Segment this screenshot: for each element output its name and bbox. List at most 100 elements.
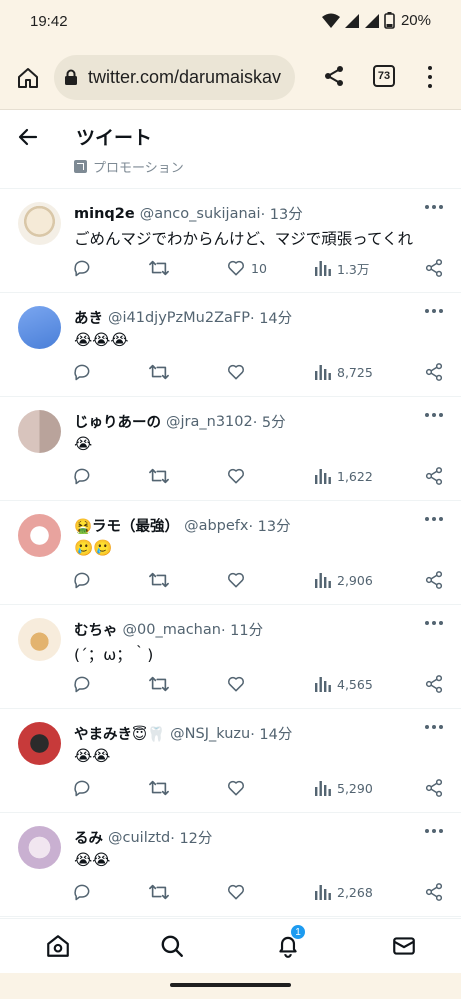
tweet-reply[interactable]: あき @i41djyPzMu2ZaFP · 14分 😭😭😭 8,725 [0,293,461,397]
user-handle[interactable]: @NSJ_kuzu [170,726,250,742]
like-button[interactable] [226,777,251,799]
reply-icon [74,572,90,589]
views-button[interactable]: 2,906 [314,569,373,591]
display-name[interactable]: じゅりあーの [74,411,161,432]
user-handle[interactable]: @00_machan [123,622,221,638]
share-button[interactable] [424,465,444,487]
reply-button[interactable] [72,777,92,799]
avatar[interactable] [18,826,61,869]
retweet-button[interactable] [148,569,170,591]
url-bar[interactable]: twitter.com/darumaiskav [54,55,295,100]
user-handle[interactable]: @abpefx [184,518,248,534]
retweet-button[interactable] [148,881,170,903]
nav-home[interactable] [44,932,72,960]
retweet-button[interactable] [148,361,170,383]
share-button[interactable] [424,257,444,279]
user-handle[interactable]: @anco_sukijanai [140,206,261,222]
gesture-handle[interactable] [170,983,291,987]
more-options-button[interactable] [425,517,443,523]
tweet-time[interactable]: · 13分 [261,203,303,224]
retweet-button[interactable] [148,257,170,279]
reply-icon [74,780,90,797]
share-button[interactable] [424,673,444,695]
url-text[interactable]: twitter.com/darumaiskav [88,67,281,88]
tweet-text: 😭😭 [74,851,111,869]
retweet-button[interactable] [148,673,170,695]
share-button[interactable] [424,777,444,799]
display-name[interactable]: 🤮ラモ（最強） [74,515,179,536]
nav-search[interactable] [158,932,186,960]
tweet-reply[interactable]: やまみき😇🦷 @NSJ_kuzu · 14分 😭😭 5,290 [0,709,461,813]
tweet-reply[interactable]: minq2e @anco_sukijanai · 13分 ごめんマジでわからんけ… [0,189,461,293]
user-handle[interactable]: @cuilztd [108,830,170,846]
views-button[interactable]: 1.3万 [314,257,369,279]
share-button[interactable] [424,361,444,383]
tweet-time[interactable]: · 14分 [250,723,292,744]
avatar[interactable] [18,306,61,349]
tweet-time[interactable]: · 12分 [170,827,212,848]
tweet-reply[interactable]: じゅりあーの @jra_n3102 · 5分 😭 1,622 [0,397,461,501]
reply-button[interactable] [72,361,92,383]
retweet-button[interactable] [148,465,170,487]
views-button[interactable]: 8,725 [314,361,373,383]
browser-home-button[interactable] [14,64,42,92]
tweet-reply[interactable]: むちゃ @00_machan · 11分 (´；ω；｀) 4,565 [0,605,461,709]
display-name[interactable]: やまみき😇🦷 [74,723,165,744]
user-handle[interactable]: @jra_n3102 [166,414,253,430]
tweet-reply[interactable]: るみ @cuilztd · 12分 😭😭 2,268 [0,813,461,917]
more-options-button[interactable] [425,205,443,211]
tweet-time[interactable]: · 14分 [250,307,292,328]
like-button[interactable]: 10 [226,257,267,279]
tweet-time[interactable]: · 11分 [221,619,263,640]
view-count: 4,565 [337,676,373,692]
avatar[interactable] [18,618,61,661]
more-options-button[interactable] [425,829,443,835]
user-handle[interactable]: @i41djyPzMu2ZaFP [108,310,250,326]
reply-button[interactable] [72,465,92,487]
more-options-button[interactable] [425,621,443,627]
retweet-icon [149,884,169,900]
views-icon [315,885,331,900]
avatar[interactable] [18,722,61,765]
tweet-reply[interactable]: 🤮ラモ（最強） @abpefx · 13分 🥲🥲 2,906 [0,501,461,605]
avatar[interactable] [18,514,61,557]
more-options-button[interactable] [425,413,443,419]
like-button[interactable] [226,361,251,383]
views-icon [315,677,331,692]
like-button[interactable] [226,881,251,903]
browser-share-button[interactable] [322,64,348,90]
more-options-button[interactable] [425,309,443,315]
tweet-time[interactable]: · 13分 [248,515,290,536]
browser-menu-button[interactable] [424,64,436,90]
like-button[interactable] [226,569,251,591]
tweet-time[interactable]: · 5分 [253,411,286,432]
views-button[interactable]: 1,622 [314,465,373,487]
back-button[interactable] [16,125,40,149]
like-button[interactable] [226,465,251,487]
reply-button[interactable] [72,673,92,695]
share-icon [425,467,443,485]
search-icon [161,935,183,957]
status-bar: 19:42 20% [0,0,461,46]
reply-button[interactable] [72,569,92,591]
tweet-actions: 4,565 [0,673,461,695]
display-name[interactable]: むちゃ [74,619,118,640]
display-name[interactable]: るみ [74,827,103,848]
more-options-button[interactable] [425,725,443,731]
avatar[interactable] [18,202,61,245]
avatar[interactable] [18,410,61,453]
tab-switcher-button[interactable]: 73 [373,65,395,87]
like-button[interactable] [226,673,251,695]
display-name[interactable]: あき [74,307,103,328]
share-button[interactable] [424,569,444,591]
retweet-button[interactable] [148,777,170,799]
reply-button[interactable] [72,881,92,903]
nav-messages[interactable] [390,932,418,960]
views-button[interactable]: 5,290 [314,777,373,799]
nav-notifications[interactable]: 1 [274,924,306,960]
share-button[interactable] [424,881,444,903]
views-button[interactable]: 2,268 [314,881,373,903]
display-name[interactable]: minq2e [74,206,135,222]
reply-button[interactable] [72,257,92,279]
views-button[interactable]: 4,565 [314,673,373,695]
